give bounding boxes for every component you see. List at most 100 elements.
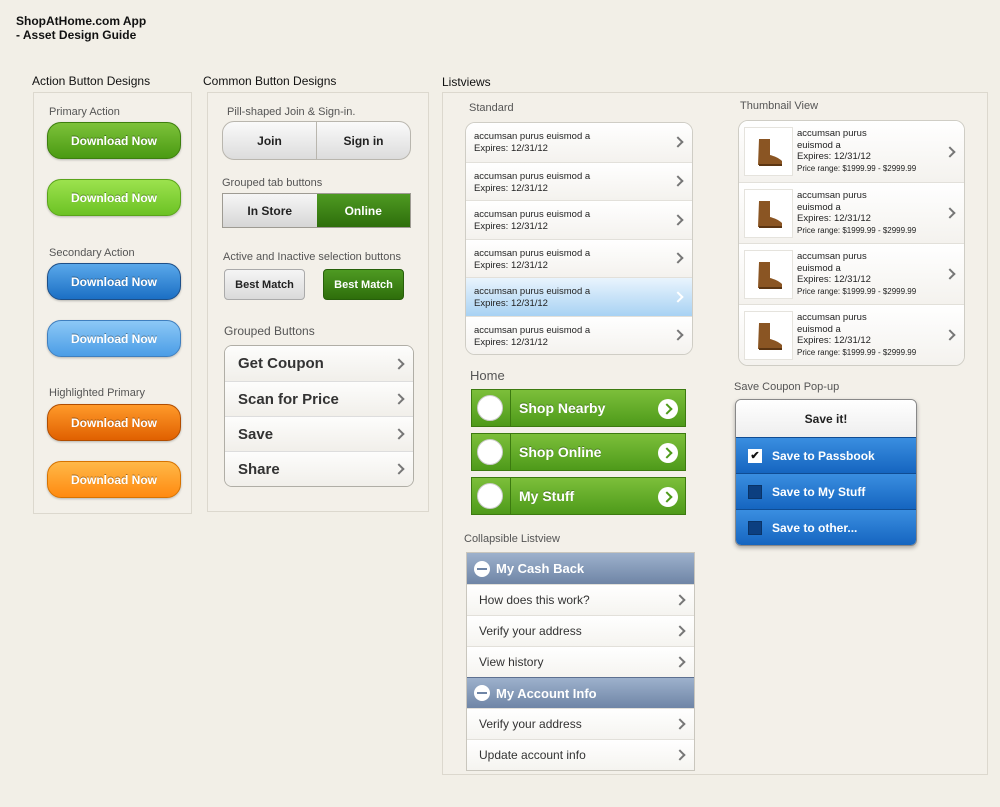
verify-address-row-2[interactable]: Verify your address	[467, 708, 694, 739]
thumbnail-expiry: Expires: 12/31/12	[797, 151, 871, 162]
chevron-right-icon	[393, 357, 405, 370]
my-account-info-header[interactable]: My Account Info	[467, 677, 694, 708]
section-listviews-title: Listviews	[442, 75, 491, 89]
highlighted-download-button-alt[interactable]: Download Now	[47, 461, 181, 498]
thumbnail-title: accumsan purus	[797, 312, 867, 323]
thumbnail-title: accumsan purus	[797, 190, 867, 201]
secondary-action-label: Secondary Action	[49, 247, 135, 259]
my-stuff-button[interactable]: My Stuff	[471, 477, 686, 515]
highlighted-download-button[interactable]: Download Now	[47, 404, 181, 441]
list-item[interactable]: accumsan purus euismod a Expires: 12/31/1…	[466, 238, 692, 277]
chevron-right-icon	[674, 625, 686, 637]
divider	[510, 478, 511, 514]
checkbox-icon[interactable]	[748, 520, 762, 535]
thumbnail-title-2: euismod a	[797, 201, 841, 213]
list-item-title: accumsan purus euismod a	[474, 247, 591, 259]
save-to-passbook-option[interactable]: ✔ Save to Passbook	[736, 437, 916, 473]
circle-icon	[477, 439, 503, 465]
list-item-title: accumsan purus euismod a	[474, 209, 591, 220]
join-button[interactable]: Join	[223, 122, 316, 159]
chevron-right-icon	[944, 268, 956, 280]
list-item-highlighted[interactable]: accumsan purus euismod a Expires: 12/31/1…	[466, 277, 692, 316]
tab-buttons-label: Grouped tab buttons	[222, 177, 323, 189]
checkbox-checked-icon[interactable]: ✔	[748, 448, 762, 463]
list-item[interactable]: accumsan purus euismod a Expires: 12/31/1…	[466, 123, 692, 162]
header-label: My Account Info	[496, 685, 597, 701]
how-does-this-work-row[interactable]: How does this work?	[467, 584, 694, 615]
section-action-title: Action Button Designs	[32, 74, 151, 88]
thumbnail-title: accumsan purus	[797, 251, 867, 262]
save-to-my-stuff-option[interactable]: Save to My Stuff	[736, 473, 916, 509]
thumbnail-title-2: euismod a	[797, 323, 841, 335]
secondary-download-button-alt[interactable]: Download Now	[47, 320, 181, 357]
tab-online[interactable]: Online	[316, 194, 410, 227]
thumbnail-text: accumsan purus euismod a Expires: 12/31/…	[797, 190, 916, 236]
scan-for-price-button[interactable]: Scan for Price	[225, 381, 413, 416]
best-match-active-button[interactable]: Best Match	[323, 269, 404, 300]
sign-in-button[interactable]: Sign in	[316, 122, 410, 159]
thumbnail-expiry: Expires: 12/31/12	[797, 213, 871, 224]
share-button[interactable]: Share	[225, 451, 413, 486]
thumbnail-expiry: Expires: 12/31/12	[797, 274, 871, 285]
title-line-2: - Asset Design Guide	[16, 28, 137, 42]
chevron-right-icon	[393, 463, 405, 475]
checkbox-icon[interactable]	[748, 484, 762, 499]
chevron-right-icon	[393, 393, 405, 405]
thumbnail-label: Thumbnail View	[740, 100, 819, 112]
grouped-buttons-label: Grouped Buttons	[224, 324, 315, 338]
arrow-right-circle-icon	[658, 399, 678, 419]
boot-thumbnail-image	[744, 127, 793, 176]
circle-icon	[477, 395, 503, 421]
grouped-item-label: Scan for Price	[238, 390, 339, 408]
list-item-title: accumsan purus euismod a	[474, 286, 591, 297]
row-label: View history	[479, 655, 544, 669]
thumbnail-text: accumsan purus euismod a Expires: 12/31/…	[797, 251, 916, 297]
shop-online-button[interactable]: Shop Online	[471, 433, 686, 471]
thumbnail-item[interactable]: accumsan purus euismod a Expires: 12/31/…	[739, 182, 964, 243]
my-cash-back-header[interactable]: My Cash Back	[467, 553, 694, 584]
best-match-inactive-button[interactable]: Best Match	[224, 269, 305, 300]
standard-list: accumsan purus euismod a Expires: 12/31/1…	[465, 122, 693, 355]
chevron-right-icon	[674, 594, 686, 606]
thumbnail-item[interactable]: accumsan purus euismod a Expires: 12/31/…	[739, 121, 964, 182]
list-item-expiry: Expires: 12/31/12	[474, 298, 548, 309]
list-item[interactable]: accumsan purus euismod a Expires: 12/31/1…	[466, 161, 692, 200]
thumbnail-text: accumsan purus euismod a Expires: 12/31/…	[797, 128, 916, 174]
thumbnail-price: Price range: $1999.99 - $2999.99	[797, 347, 917, 357]
thumbnail-price: Price range: $1999.99 - $2999.99	[797, 286, 917, 296]
circle-icon	[477, 483, 503, 509]
update-account-info-row[interactable]: Update account info	[467, 739, 694, 770]
header-label: My Cash Back	[496, 561, 585, 576]
popup-label: Save Coupon Pop-up	[734, 381, 840, 393]
title-line-1: ShopAtHome.com App	[16, 14, 147, 28]
save-coupon-popup: Save it! ✔ Save to Passbook Save to My St…	[735, 399, 917, 546]
chevron-right-icon	[674, 749, 686, 761]
arrow-right-circle-icon	[658, 487, 678, 507]
section-common-title: Common Button Designs	[203, 74, 337, 88]
save-button[interactable]: Save	[225, 416, 413, 451]
get-coupon-button[interactable]: Get Coupon	[225, 346, 413, 381]
grouped-buttons: Get Coupon Scan for Price Save Share	[224, 345, 414, 487]
view-history-row[interactable]: View history	[467, 646, 694, 677]
primary-download-button[interactable]: Download Now	[47, 122, 181, 159]
list-item-expiry: Expires: 12/31/12	[474, 182, 548, 194]
primary-download-button-alt[interactable]: Download Now	[47, 179, 181, 216]
primary-action-label: Primary Action	[49, 106, 120, 118]
boot-thumbnail-image	[744, 311, 793, 360]
thumbnail-item[interactable]: accumsan purus euismod a Expires: 12/31/…	[739, 304, 964, 365]
divider	[510, 390, 511, 426]
secondary-download-button[interactable]: Download Now	[47, 263, 181, 300]
option-label: Save to other...	[772, 520, 858, 535]
thumbnail-item[interactable]: accumsan purus euismod a Expires: 12/31/…	[739, 243, 964, 304]
minus-circle-icon	[474, 685, 490, 701]
option-label: Save to Passbook	[772, 448, 875, 463]
shop-nearby-button[interactable]: Shop Nearby	[471, 389, 686, 427]
save-to-other-option[interactable]: Save to other...	[736, 509, 916, 545]
tab-button-group: In Store Online	[222, 193, 411, 228]
list-item-title: accumsan purus euismod a	[474, 170, 591, 182]
tab-in-store[interactable]: In Store	[223, 194, 317, 227]
verify-address-row[interactable]: Verify your address	[467, 615, 694, 646]
option-label: Save to My Stuff	[772, 484, 866, 499]
list-item[interactable]: accumsan purus euismod a Expires: 12/31/1…	[466, 200, 692, 239]
list-item[interactable]: accumsan purus euismod a Expires: 12/31/1…	[466, 315, 692, 354]
